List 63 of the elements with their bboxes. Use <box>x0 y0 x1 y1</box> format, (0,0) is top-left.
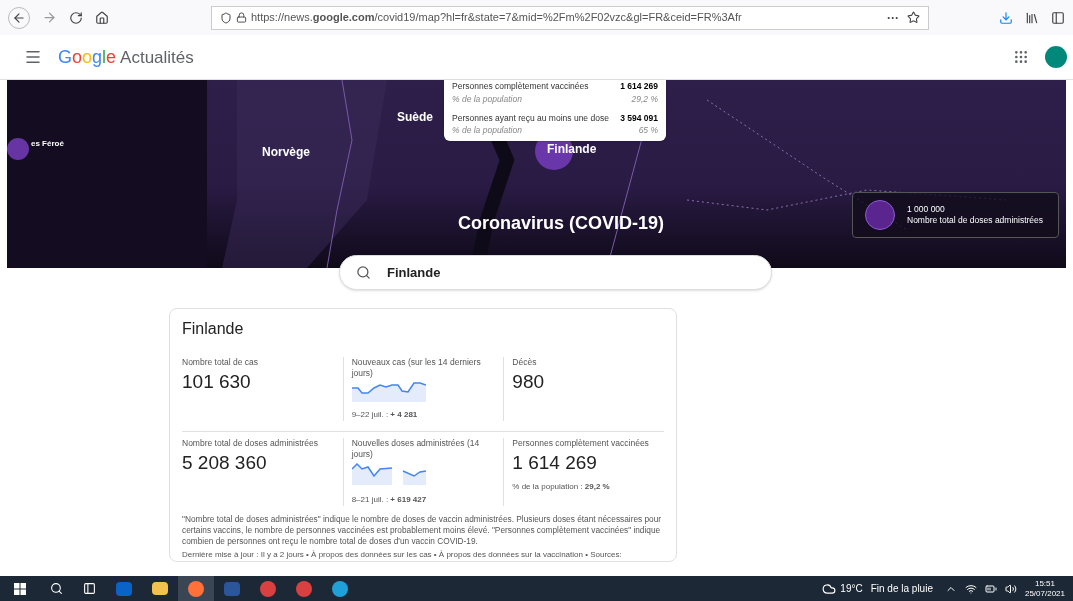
more-actions-button[interactable]: ··· <box>887 8 899 27</box>
search-field[interactable]: Finlande <box>339 255 772 290</box>
star-icon[interactable] <box>907 11 920 24</box>
search-value: Finlande <box>387 263 441 282</box>
menu-icon[interactable] <box>24 48 42 66</box>
google-logo[interactable]: Google <box>58 43 117 71</box>
apps-icon[interactable] <box>1013 49 1029 65</box>
clock-time[interactable]: 15:51 <box>1034 578 1055 589</box>
url-text: https://news.google.com/covid19/map?hl=fr&state=7&mid=%2Fm%2F02vzc&gl=FR&ceid=FR%3Afr <box>251 10 742 26</box>
tooltip-sub-value: 65 % <box>638 124 658 137</box>
weather-icon[interactable] <box>822 581 837 596</box>
map-label: Norvège <box>262 144 311 161</box>
tooltip-sub-label: % de la population <box>452 92 522 106</box>
legend-label: Nombre total de doses administrées <box>907 215 1044 226</box>
stat-label: Nombre total de doses administrées <box>182 438 320 449</box>
library-icon[interactable] <box>1025 10 1039 25</box>
stat-value: 5 208 360 <box>182 452 268 474</box>
stat-note: % de la population : 29,2 % <box>512 481 611 493</box>
network-icon[interactable] <box>964 582 977 595</box>
search-icon <box>356 265 371 280</box>
task-view-icon[interactable] <box>83 582 96 595</box>
stat-note: 9–22 juil. : + 4 281 <box>351 409 419 421</box>
home-icon[interactable] <box>95 10 109 25</box>
stat-label: Nouveaux cas (sur les 14 derniers jours) <box>351 357 482 379</box>
volume-icon[interactable] <box>1004 582 1017 595</box>
windows-icon[interactable] <box>14 582 26 595</box>
tooltip-label: Personnes ayant reçu au moins une dose <box>452 111 609 125</box>
stat-label: Nombre total de cas <box>182 357 260 368</box>
legend-value: 1 000 000 <box>907 204 946 215</box>
site-title: Actualités <box>120 46 194 69</box>
search-icon[interactable] <box>50 582 63 595</box>
update-text: Dernière mise à jour : Il y a 2 jours • À propos des données sur les cas • À propos des données sur la vaccination • Sources: <box>182 549 623 561</box>
footnote-text: "Nombre total de doses administrées" indique le nombre de doses de vaccin administrées. Plusieurs doses étant nécessaires pour certains vaccins, le nombre de personnes vaccinées est probablement moins élevé. "Personnes complètement vaccinées" indique combien de personnes ont reçu le nombre total de doses d'un vaccin COVID-19. <box>182 514 663 547</box>
weather-temperature: 19°C <box>840 582 863 596</box>
stat-label: Personnes complètement vaccinées <box>512 438 650 449</box>
sidebar-icon[interactable] <box>1051 10 1065 25</box>
stat-label: Nouvelles doses administrées (14 jours) <box>351 438 481 460</box>
stat-value: 101 630 <box>182 371 252 393</box>
lock-icon <box>236 12 247 23</box>
stat-note: 8–21 juil. : + 619 427 <box>351 494 428 506</box>
reload-icon[interactable] <box>69 10 83 25</box>
map-view[interactable] <box>7 80 1066 268</box>
stat-value: 980 <box>512 371 546 393</box>
stat-label: Décès <box>512 357 538 368</box>
address-bar[interactable]: https://news.google.com/covid19/map?hl=fr&state=7&mid=%2Fm%2F02vzc&gl=FR&ceid=FR%3Afr ··· <box>211 5 929 30</box>
shield-icon <box>220 11 232 24</box>
tooltip-label: Personnes complètement vaccinées <box>452 80 589 93</box>
download-icon[interactable] <box>999 10 1013 25</box>
map-title: Coronavirus (COVID-19) <box>458 212 665 235</box>
map-label: Finlande <box>547 141 597 158</box>
map-label: Suède <box>397 109 433 126</box>
battery-icon[interactable] <box>984 582 997 595</box>
tooltip-value: 1 614 269 <box>620 80 658 93</box>
card-title: Finlande <box>182 319 245 339</box>
tooltip-sub-value: 29,2 % <box>631 92 658 106</box>
tooltip-value: 3 594 091 <box>620 111 658 125</box>
avatar[interactable] <box>1045 46 1067 68</box>
stat-value: 1 614 269 <box>512 452 598 474</box>
map-label: es Féroé <box>31 138 64 150</box>
clock-date[interactable]: 25/07/2021 <box>1024 588 1065 599</box>
weather-forecast: Fin de la pluie <box>870 582 933 596</box>
forward-icon[interactable] <box>42 10 57 25</box>
tooltip-sub-label: % de la population <box>452 124 522 137</box>
